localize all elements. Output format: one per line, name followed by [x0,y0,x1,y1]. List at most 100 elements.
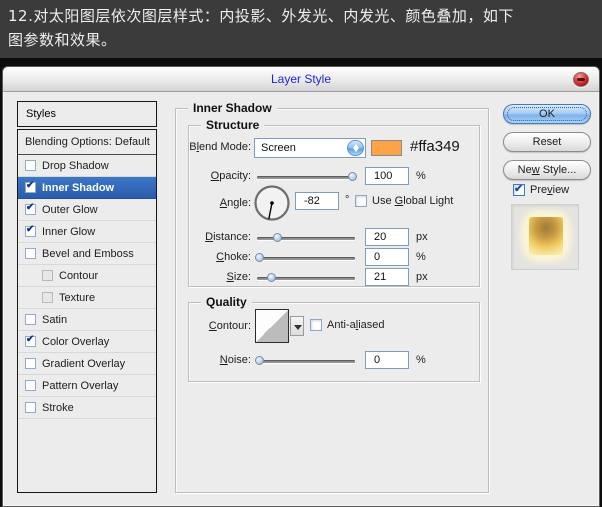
sidebar-item-satin[interactable]: Satin [18,309,156,331]
sidebar-item-label: Blending Options: Default [25,136,150,148]
sidebar-item-label: Inner Glow [42,225,96,238]
sidebar-item-label: Gradient Overlay [42,357,126,370]
choke-input[interactable] [365,248,409,266]
drop-shadow-checkbox[interactable] [25,160,36,171]
blend-mode-label: Blend Mode: [189,141,251,153]
choke-unit: % [416,251,426,263]
new-style-button[interactable]: New Style... [503,160,591,180]
sidebar-item-label: Satin [42,313,68,326]
sidebar-item-bevel-emboss[interactable]: Bevel and Emboss [18,243,156,265]
distance-input[interactable] [365,228,409,246]
quality-group: Quality Contour: Anti-aliased Noise: % [188,295,480,382]
angle-label: Angle: [219,197,251,209]
sidebar-item-inner-shadow[interactable]: Inner Shadow [18,177,156,199]
noise-label: Noise: [219,354,251,366]
style-preview-thumbnail [511,204,579,270]
choke-label: Choke: [216,251,251,263]
opacity-slider-thumb[interactable] [348,172,358,181]
layer-style-dialog: Layer Style Styles Blending Options: Def… [2,66,600,507]
noise-input[interactable] [365,351,409,369]
preview-sun-square [529,217,563,255]
sidebar-item-gradient-overlay[interactable]: Gradient Overlay [18,353,156,375]
tutorial-banner: 12.对太阳图层依次图层样式：内投影、外发光、内发光、颜色叠加，如下 图参数和效… [0,0,602,58]
blend-mode-value: Screen [261,142,296,154]
contour-checkbox [42,270,53,281]
preview-checkbox[interactable] [513,182,525,196]
sidebar-item-label: Drop Shadow [42,159,109,172]
sidebar-item-stroke[interactable]: Stroke [18,397,156,419]
angle-unit: ° [345,194,350,206]
use-global-light-label: Use Global Light [372,195,454,207]
sidebar-item-texture[interactable]: Texture [18,287,156,309]
sidebar-item-blending-options[interactable]: Blending Options: Default [18,130,156,155]
outer-glow-checkbox[interactable] [25,202,36,215]
angle-input[interactable] [295,192,339,210]
size-unit: px [416,271,428,283]
distance-unit: px [416,231,428,243]
inner-shadow-panel: Inner Shadow Structure Blend Mode: Scree… [175,101,489,493]
structure-legend: Structure [201,118,265,132]
contour-label: Contour: [208,320,251,332]
shadow-color-swatch[interactable] [371,140,402,156]
sidebar-item-drop-shadow[interactable]: Drop Shadow [18,155,156,177]
noise-slider[interactable] [254,356,355,365]
use-global-light-checkbox[interactable] [355,195,367,207]
distance-slider[interactable] [257,233,355,242]
reset-button[interactable]: Reset [503,132,591,152]
close-button[interactable] [573,72,589,87]
choke-slider[interactable] [254,253,355,262]
contour-dropdown-arrow-icon[interactable] [290,316,304,336]
gradient-overlay-checkbox[interactable] [25,358,36,369]
distance-label: Distance: [205,231,251,243]
styles-list: Blending Options: Default Drop Shadow In… [17,129,157,493]
choke-slider-thumb[interactable] [254,253,264,262]
sidebar-item-outer-glow[interactable]: Outer Glow [18,199,156,221]
opacity-unit: % [416,170,426,182]
panel-legend: Inner Shadow [188,101,277,115]
sidebar-item-label: Texture [59,291,96,304]
texture-checkbox [42,292,53,303]
anti-aliased-label: Anti-aliased [327,319,385,331]
size-label: Size: [226,271,251,283]
quality-legend: Quality [201,295,252,309]
ok-button[interactable]: OK [503,104,591,124]
hex-color-label: #ffa349 [410,138,460,155]
sidebar-item-color-overlay[interactable]: Color Overlay [18,331,156,353]
size-input[interactable] [365,268,409,286]
sidebar-item-label: Bevel and Emboss [42,247,134,260]
angle-dial[interactable] [253,184,291,222]
distance-slider-thumb[interactable] [272,233,282,242]
sidebar-item-contour[interactable]: Contour [18,265,156,287]
sidebar-item-label: Contour [59,269,99,282]
noise-unit: % [416,354,426,366]
size-slider[interactable] [257,273,355,282]
styles-panel-header: Styles [17,101,157,127]
satin-checkbox[interactable] [25,314,36,325]
sidebar-item-label: Stroke [42,401,74,414]
sidebar-item-label: Color Overlay [42,335,110,348]
noise-slider-thumb[interactable] [254,356,264,365]
opacity-input[interactable] [365,167,409,185]
color-overlay-checkbox[interactable] [25,334,36,347]
opacity-slider[interactable] [257,172,358,181]
blend-mode-dropdown[interactable]: Screen [254,138,366,158]
stroke-checkbox[interactable] [25,402,36,413]
anti-aliased-checkbox[interactable] [310,319,322,331]
sidebar-item-pattern-overlay[interactable]: Pattern Overlay [18,375,156,397]
banner-line-1: 12.对太阳图层依次图层样式：内投影、外发光、内发光、颜色叠加，如下 [8,7,514,25]
banner-line-2: 图参数和效果。 [8,31,117,49]
bevel-emboss-checkbox[interactable] [25,248,36,259]
inner-shadow-checkbox[interactable] [25,180,36,193]
contour-thumbnail[interactable] [255,309,289,343]
structure-group: Structure Blend Mode: Screen #ffa349 Opa… [188,118,480,287]
sidebar-item-inner-glow[interactable]: Inner Glow [18,221,156,243]
sidebar-item-label: Pattern Overlay [42,379,119,392]
opacity-label: Opacity: [210,170,251,182]
preview-label: Preview [530,184,570,196]
sidebar-item-label: Inner Shadow [42,181,115,194]
inner-glow-checkbox[interactable] [25,224,36,237]
size-slider-thumb[interactable] [266,273,276,282]
pattern-overlay-checkbox[interactable] [25,380,36,391]
dialog-titlebar[interactable]: Layer Style [3,67,599,92]
dropdown-stepper-icon[interactable] [347,140,364,156]
